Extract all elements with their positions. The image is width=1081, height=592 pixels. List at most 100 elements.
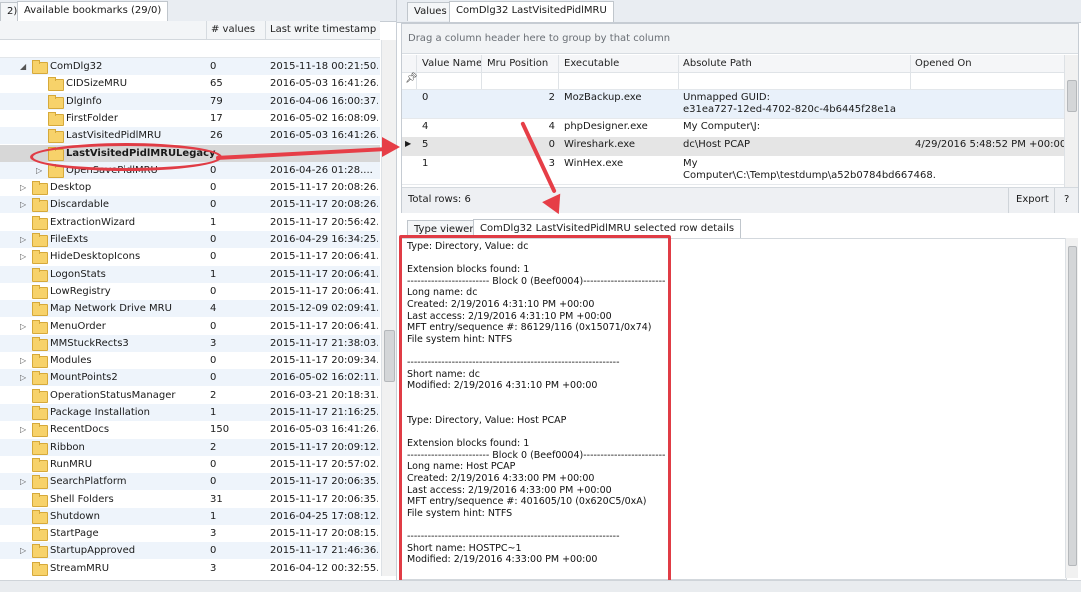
filter-row[interactable] xyxy=(0,40,380,58)
grid-scrollbar[interactable] xyxy=(1064,55,1078,187)
tree-row[interactable]: MMStuckRects3 3 2015-11-17 21:38:03.... xyxy=(0,334,380,352)
tree-row[interactable]: LowRegistry 0 2015-11-17 20:06:41.... xyxy=(0,283,380,300)
folder-icon xyxy=(32,284,48,299)
folder-icon xyxy=(32,233,48,247)
column-mru-position[interactable]: Mru Position xyxy=(487,55,548,72)
tree-row[interactable]: ▷ RecentDocs 150 2016-05-03 16:41:26.... xyxy=(0,421,380,438)
tree-row-timestamp: 2015-11-17 20:06:41.... xyxy=(270,285,378,297)
expand-icon[interactable]: ▷ xyxy=(20,248,26,265)
tree-row-values: 0 xyxy=(210,476,217,488)
tree-row[interactable]: Shutdown 1 2016-04-25 17:08:12.... xyxy=(0,507,380,525)
tree-row-timestamp: 2015-11-17 20:08:26.... xyxy=(270,199,378,211)
expand-icon[interactable]: ▷ xyxy=(20,352,26,369)
tab-values[interactable]: Values xyxy=(407,2,454,21)
column-last-write[interactable]: Last write timestamp xyxy=(270,24,376,35)
folder-icon xyxy=(32,319,48,334)
tree-row-timestamp: 2016-04-25 17:08:12.... xyxy=(270,510,378,522)
tree-row-name: HideDesktopIcons xyxy=(50,251,141,263)
tree-row-name: RecentDocs xyxy=(50,424,110,436)
tree-row[interactable]: Package Installation 1 2015-11-17 21:16:25… xyxy=(0,404,380,421)
tree-row[interactable]: RunMRU 0 2015-11-17 20:57:02.... xyxy=(0,456,380,473)
column-absolute-path[interactable]: Absolute Path xyxy=(683,55,752,72)
tree-row[interactable]: LogonStats 1 2015-11-17 20:06:41.... xyxy=(0,265,380,283)
annotation-arrow-head xyxy=(382,137,400,157)
folder-icon xyxy=(32,371,48,386)
export-button[interactable]: Export xyxy=(1016,194,1049,205)
footer-divider xyxy=(1008,188,1009,213)
grid-row[interactable]: 0 2 MozBackup.exe Unmapped GUID: e31ea727-12… xyxy=(402,90,1064,119)
tree-row[interactable]: StreamMRU 3 2016-04-12 00:32:55.... xyxy=(0,560,380,577)
tree-row-name: Package Installation xyxy=(50,407,151,418)
tree-row-name: CIDSizeMRU xyxy=(66,78,128,90)
details-scrollbar-thumb[interactable] xyxy=(1068,246,1077,566)
expand-icon[interactable]: ▷ xyxy=(20,421,26,438)
grid-row[interactable]: 4 4 phpDesigner.exe My Computer\J: xyxy=(402,119,1064,138)
tab-available-bookmarks[interactable]: Available bookmarks (29/0) xyxy=(17,1,169,22)
tree-row-timestamp: 2016-03-21 20:18:31.... xyxy=(270,389,378,401)
tree-row[interactable]: ▷ FileExts 0 2016-04-29 16:34:25.... xyxy=(0,231,380,248)
expand-icon[interactable]: ▷ xyxy=(20,318,26,335)
expand-icon[interactable]: ▷ xyxy=(36,162,42,179)
expand-icon[interactable]: ▷ xyxy=(20,196,26,213)
tree-row-timestamp: 2015-11-17 20:08:26.... xyxy=(270,182,378,194)
cell-absolute-path-continued: e31ea727-12ed-4702-820c-4b6445f28e1a xyxy=(683,104,896,115)
help-button[interactable]: ? xyxy=(1064,194,1069,205)
tree-row-timestamp: 2015-11-17 20:06:35.... xyxy=(270,493,378,505)
expand-icon[interactable]: ▷ xyxy=(20,231,26,248)
tree-row-values: 0 xyxy=(210,458,217,470)
tree-row-name: SearchPlatform xyxy=(50,476,127,488)
tree-row[interactable]: ▷ Modules 0 2015-11-17 20:09:34.... xyxy=(0,352,380,369)
tree-row[interactable]: ◢ ComDlg32 0 2015-11-18 00:21:50.... xyxy=(0,58,380,75)
tree-row[interactable]: ▷ HideDesktopIcons 0 2015-11-17 20:06:41...… xyxy=(0,248,380,265)
tree-row-values: 0 xyxy=(210,251,217,263)
tree-row[interactable]: ▷ SearchPlatform 0 2015-11-17 20:06:35.... xyxy=(0,473,380,491)
tree-row-values: 31 xyxy=(210,493,223,505)
tree-row[interactable]: Shell Folders 31 2015-11-17 20:06:35.... xyxy=(0,491,380,508)
tree-row[interactable]: Ribbon 2 2015-11-17 20:09:12.... xyxy=(0,438,380,456)
tree-row[interactable]: ▷ Desktop 0 2015-11-17 20:08:26.... xyxy=(0,179,380,196)
tree-row[interactable]: FirstFolder 17 2016-05-02 16:08:09.... xyxy=(0,110,380,127)
tree-row-timestamp: 2015-11-17 20:56:42.... xyxy=(270,216,378,228)
tree-row-name: RunMRU xyxy=(50,458,93,470)
tree-row-timestamp: 2015-11-17 20:06:41.... xyxy=(270,268,378,280)
tab-comdlg32-lastvisited[interactable]: ComDlg32 LastVisitedPidlMRU xyxy=(449,1,614,22)
column-value-name[interactable]: Value Name xyxy=(422,55,482,72)
group-by-hint: Drag a column header here to group by th… xyxy=(402,24,1078,54)
tree-row[interactable]: OperationStatusManager 2 2016-03-21 20:18:… xyxy=(0,387,380,404)
tree-row[interactable]: ▷ StartupApproved 0 2015-11-17 21:46:36.... xyxy=(0,542,380,560)
tree-row-name: LogonStats xyxy=(50,268,106,280)
tree-row[interactable]: CIDSizeMRU 65 2016-05-03 16:41:26.... xyxy=(0,75,380,92)
tree-scrollbar[interactable] xyxy=(381,40,396,576)
tree-row[interactable]: ExtractionWizard 1 2015-11-17 20:56:42.... xyxy=(0,214,380,231)
expand-icon[interactable]: ▷ xyxy=(20,473,26,490)
tree-row[interactable]: Map Network Drive MRU 4 2015-12-09 02:09:4… xyxy=(0,300,380,318)
expand-icon[interactable]: ▷ xyxy=(20,179,26,196)
tree-row-values: 0 xyxy=(210,61,217,72)
tree-row-name: OperationStatusManager xyxy=(50,389,176,401)
details-scrollbar[interactable] xyxy=(1065,238,1078,578)
grid-filter-row[interactable]: 📌︎ xyxy=(402,73,1064,90)
tree-row[interactable]: DlgInfo 79 2016-04-06 16:00:37.... xyxy=(0,92,380,110)
cell-executable: WinHex.exe xyxy=(564,158,624,169)
tree-row[interactable]: ▷ MountPoints2 0 2016-05-02 16:02:11.... xyxy=(0,369,380,387)
scrollbar-thumb[interactable] xyxy=(384,330,395,382)
folder-icon xyxy=(32,440,48,455)
expand-icon[interactable]: ▷ xyxy=(20,542,26,559)
expand-icon[interactable]: ▷ xyxy=(20,369,26,386)
collapse-icon[interactable]: ◢ xyxy=(20,58,26,75)
annotation-ellipse xyxy=(30,143,222,171)
tree-row[interactable]: LastVisitedPidlMRU 26 2016-05-03 16:41:26.… xyxy=(0,127,380,145)
column-executable[interactable]: Executable xyxy=(564,55,619,72)
grid-row[interactable]: ▶ 5 0 Wireshark.exe dc\Host PCAP 4/29/2016 5:… xyxy=(402,137,1066,157)
tree-row[interactable]: ▷ MenuOrder 0 2015-11-17 20:06:41.... xyxy=(0,318,380,335)
tree-row-values: 0 xyxy=(210,199,217,211)
column-values[interactable]: # values xyxy=(211,24,255,35)
tree-row[interactable]: ▷ Discardable 0 2015-11-17 20:08:26.... xyxy=(0,196,380,214)
grid-row[interactable]: 1 3 WinHex.exe My Computer\C:\Temp\testdump\… xyxy=(402,156,1064,185)
tree-row-name: StartPage xyxy=(50,528,99,540)
tree-row[interactable]: StartPage 3 2015-11-17 20:08:15.... xyxy=(0,525,380,542)
footer-divider xyxy=(1054,188,1055,213)
column-opened-on[interactable]: Opened On xyxy=(915,55,972,72)
grid-scrollbar-thumb[interactable] xyxy=(1067,80,1077,112)
tree-row-values: 0 xyxy=(210,320,217,332)
